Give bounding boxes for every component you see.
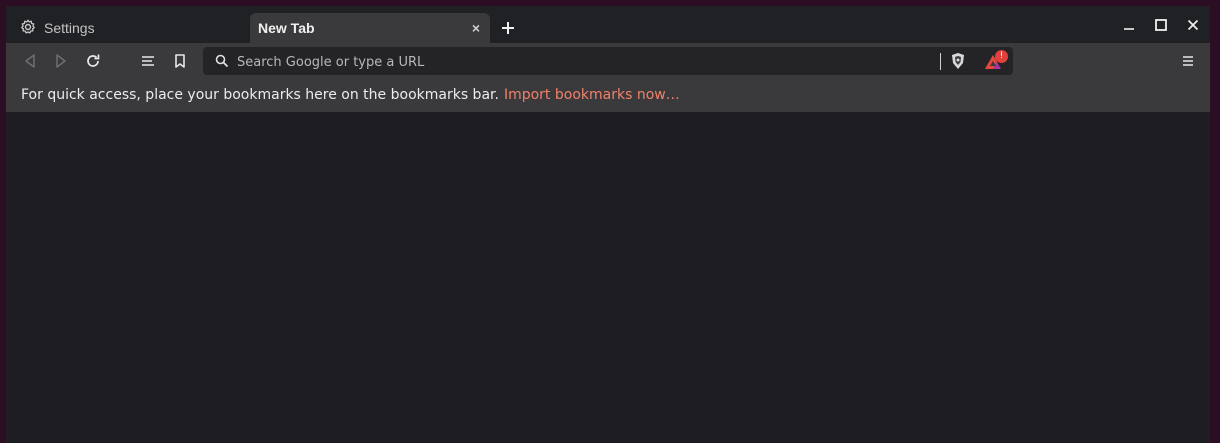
tab-strip: Settings New Tab ×	[6, 6, 1210, 43]
minimize-icon	[1124, 28, 1134, 30]
toolbar: !	[6, 43, 1210, 78]
tab-settings[interactable]: Settings	[12, 13, 248, 43]
bookmark-icon	[175, 54, 185, 68]
import-bookmarks-link[interactable]: Import bookmarks now…	[504, 87, 680, 103]
back-icon	[25, 54, 35, 68]
plus-icon	[502, 22, 514, 34]
reader-list-icon	[142, 56, 154, 66]
bookmark-button[interactable]	[170, 51, 190, 71]
tab-close-button[interactable]: ×	[468, 20, 484, 36]
bookmarks-bar-message: For quick access, place your bookmarks h…	[21, 87, 499, 103]
reload-icon	[87, 54, 100, 67]
new-tab-button[interactable]	[498, 18, 518, 38]
rewards-badge: !	[995, 50, 1008, 63]
tab-new-tab-label: New Tab	[258, 20, 315, 36]
minimize-button[interactable]	[1119, 15, 1139, 35]
maximize-button[interactable]	[1151, 15, 1171, 35]
omnibox-divider	[940, 53, 941, 70]
main-menu-button[interactable]	[1178, 51, 1198, 71]
address-bar[interactable]: !	[203, 47, 1013, 75]
close-icon	[1187, 19, 1199, 31]
reader-list-button[interactable]	[138, 51, 158, 71]
tab-new-tab[interactable]: New Tab ×	[250, 13, 490, 43]
address-input[interactable]	[235, 50, 929, 74]
maximize-icon	[1155, 19, 1167, 31]
search-icon	[214, 53, 230, 69]
brave-shields-icon[interactable]	[949, 52, 967, 70]
bookmarks-bar: For quick access, place your bookmarks h…	[6, 78, 1210, 112]
reload-button[interactable]	[83, 51, 103, 71]
gear-icon	[20, 19, 36, 38]
hamburger-menu-icon	[1183, 56, 1193, 66]
forward-icon	[56, 54, 66, 68]
forward-button[interactable]	[51, 51, 71, 71]
close-window-button[interactable]	[1183, 15, 1203, 35]
tab-settings-label: Settings	[44, 20, 95, 36]
browser-window: Settings New Tab × Search Google or type…	[6, 6, 1210, 443]
back-button[interactable]	[20, 51, 40, 71]
brave-rewards-icon[interactable]: !	[983, 50, 1009, 72]
page-content	[6, 112, 1210, 443]
